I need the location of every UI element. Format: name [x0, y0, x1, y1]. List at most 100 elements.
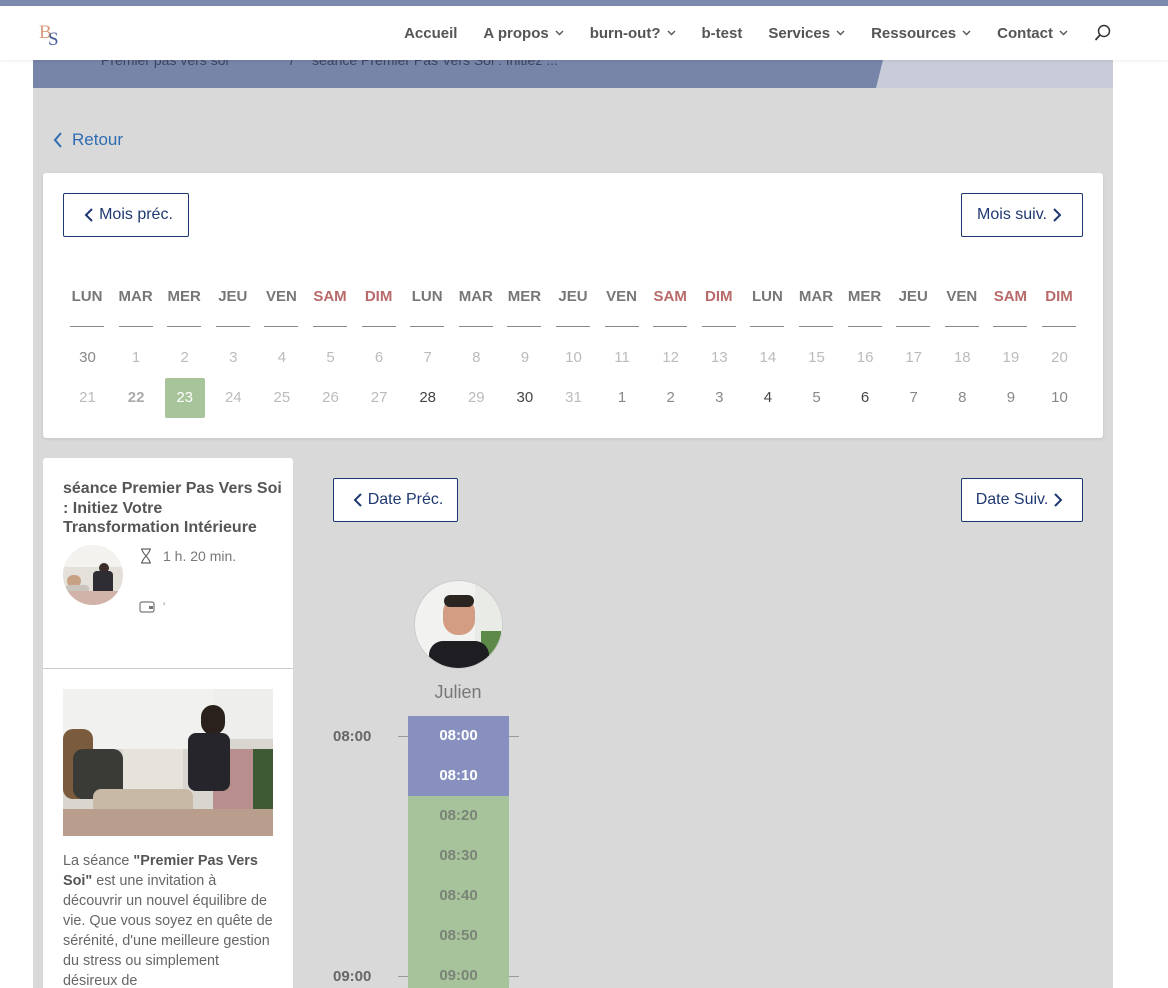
weekday-header: LUN [751, 288, 783, 305]
calendar-day[interactable]: 3 [699, 378, 739, 418]
calendar-day[interactable]: 1 [602, 378, 642, 418]
nav-item[interactable]: Ressources [871, 25, 971, 42]
nav-item[interactable]: A propos [483, 25, 564, 42]
calendar-day: 5 [326, 349, 335, 366]
calendar-day: 22 [127, 389, 145, 406]
timeslot-available[interactable]: 08:50 [408, 916, 509, 956]
nav-item[interactable]: Accueil [404, 25, 457, 42]
chevron-right-icon [1053, 208, 1062, 222]
back-link[interactable]: Retour [52, 130, 123, 150]
weekday-underline [118, 326, 153, 327]
svg-text:S: S [48, 29, 59, 48]
desc-prefix: La séance [63, 853, 134, 869]
weekday-header: MAR [118, 288, 153, 305]
duration-text: 1 h. 20 min. [163, 548, 237, 564]
site-header: B S Accueil A propos burn-out? b-test Servic… [0, 6, 1168, 60]
calendar-day[interactable]: 9 [991, 378, 1031, 418]
nav-label: Ressources [871, 24, 957, 42]
calendar-day[interactable]: 30 [505, 378, 545, 418]
next-month-button[interactable]: Mois suiv. [961, 193, 1083, 237]
calendar-day[interactable]: 30 [68, 338, 108, 378]
chevron-down-icon [555, 28, 564, 39]
weekday-header: VEN [606, 288, 638, 305]
nav-label: Services [768, 24, 831, 42]
nav-item[interactable]: Contact [997, 25, 1068, 42]
chevron-down-icon [667, 28, 676, 39]
chevron-left-icon [53, 132, 62, 148]
staff-slot-column: 08:00 08:10 08:20 08:30 08:40 08:50 09:00 [408, 716, 509, 988]
back-label: Retour [72, 130, 124, 149]
chevron-right-icon [1054, 493, 1063, 507]
timeslot-booked: 08:00 [408, 716, 509, 756]
calendar-day[interactable]: 5 [797, 378, 837, 418]
main-nav: Accueil A propos burn-out? b-test Services Re… [378, 6, 1168, 60]
timeslot-available[interactable]: 09:00 [408, 956, 509, 988]
breadcrumb-item[interactable]: Premier pas vers soi [101, 60, 229, 68]
chevron-down-icon [962, 28, 971, 39]
weekday-header: MER [507, 288, 542, 305]
calendar-day: 26 [322, 389, 339, 406]
weekday-header: MAR [458, 288, 493, 305]
service-card: séance Premier Pas Vers Soi : Initiez Vo… [43, 458, 293, 988]
calendar-day: 18 [953, 349, 971, 366]
calendar-day: 17 [905, 349, 923, 366]
hour-label: 09:00 [333, 968, 372, 985]
hour-gridline [398, 736, 408, 737]
calendar-day: 12 [662, 349, 680, 366]
timeslot-available[interactable]: 08:30 [408, 836, 509, 876]
timeslot-available[interactable]: 08:20 [408, 796, 509, 836]
service-image [63, 689, 273, 836]
chevron-down-icon [836, 28, 845, 39]
calendar-day[interactable]: 4 [748, 378, 788, 418]
weekday-header: MAR [798, 288, 834, 305]
weekday-underline [847, 326, 882, 327]
calendar-day: 11 [614, 349, 630, 366]
weekday-underline [361, 326, 396, 327]
calendar-day[interactable]: 2 [651, 378, 691, 418]
nav-item[interactable]: b-test [702, 25, 743, 42]
calendar-day: 10 [565, 349, 582, 366]
wallet-icon [139, 601, 155, 613]
nav-item[interactable]: Services [768, 25, 845, 42]
calendar-day: 6 [374, 349, 384, 366]
calendar-day: 24 [224, 389, 242, 406]
calendar-day: 13 [710, 349, 728, 366]
calendar-day: 29 [467, 389, 485, 406]
timeslot-booked: 08:10 [408, 756, 509, 796]
service-title: séance Premier Pas Vers Soi : Initiez Vo… [63, 480, 282, 536]
next-month-label: Mois suiv. [977, 206, 1047, 223]
weekday-underline [604, 326, 639, 327]
calendar-day[interactable]: 6 [845, 378, 885, 418]
calendar-day[interactable]: 7 [894, 378, 934, 418]
timeslot-available[interactable]: 08:40 [408, 876, 509, 916]
weekday-header: DIM [1045, 288, 1073, 305]
staff-avatar[interactable] [414, 580, 503, 669]
chevron-down-icon [1059, 28, 1068, 39]
hour-label: 08:00 [333, 728, 372, 745]
weekday-underline [507, 326, 542, 327]
calendar-day: 9 [520, 349, 530, 366]
hourglass-icon [141, 548, 151, 564]
weekday-underline [215, 326, 250, 327]
calendar-day[interactable]: 28 [408, 378, 448, 418]
weekday-header: JEU [898, 288, 928, 305]
weekday-underline [1042, 326, 1076, 327]
calendar-day[interactable]: 8 [942, 378, 982, 418]
weekday-header: DIM [364, 288, 393, 305]
next-date-button[interactable]: Date Suiv. [961, 478, 1083, 522]
calendar-day-selected[interactable]: 23 [164, 378, 205, 418]
site-logo[interactable]: B S [38, 18, 64, 50]
calendar-day: 16 [856, 349, 874, 366]
calendar-day[interactable]: 10 [1040, 378, 1080, 418]
calendar-day: 3 [229, 349, 238, 366]
desc-rest: est une invitation à découvrir un nouvel… [63, 873, 273, 988]
nav-item[interactable]: burn-out? [590, 25, 676, 42]
weekday-header: SAM [313, 288, 347, 305]
weekday-header: LUN [411, 288, 443, 305]
month-calendar: Mois préc. Mois suiv. LUN MAR MER JEU VEN SAM… [43, 173, 1103, 438]
service-price: ' [139, 600, 165, 614]
calendar-day: 8 [472, 349, 481, 366]
search-icon[interactable] [1094, 24, 1112, 42]
prev-month-button[interactable]: Mois préc. [63, 193, 189, 237]
prev-date-button[interactable]: Date Préc. [333, 478, 458, 522]
